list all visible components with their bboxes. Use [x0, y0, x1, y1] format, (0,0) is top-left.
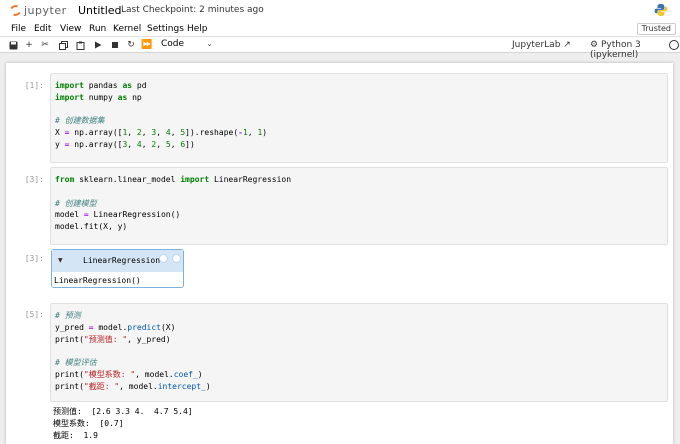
kernel-label: Python 3 (ipykernel)	[590, 40, 641, 60]
output-line: 模型系数: [0.7]	[53, 418, 124, 428]
estimator-widget[interactable]: ▼ LinearRegression LinearRegression()	[51, 249, 184, 288]
cell-prompt: [3]:	[24, 175, 44, 184]
output-line: 预测值: [2.6 3.3 4. 4.7 5.4]	[53, 407, 193, 416]
kernel-name[interactable]: ⚙ Python 3 (ipykernel)	[590, 40, 680, 60]
code-cell[interactable]: from sklearn.linear_model import LinearR…	[50, 167, 668, 245]
menu-help[interactable]: Help	[187, 24, 208, 34]
jupyterlab-link[interactable]: JupyterLab ↗	[512, 40, 571, 50]
python-logo-icon	[654, 4, 668, 16]
checkpoint-status: Last Checkpoint: 2 minutes ago	[121, 5, 264, 15]
code-cell[interactable]: import pandas as pd import numpy as np #…	[50, 73, 668, 163]
menu-edit[interactable]: Edit	[34, 24, 51, 34]
cell-type-value: Code	[161, 39, 185, 49]
cell-prompt: [1]:	[24, 81, 44, 90]
info-icon[interactable]	[159, 254, 168, 263]
top-header: jupyter Untitled Last Checkpoint: 2 minu…	[0, 0, 680, 21]
menu-kernel[interactable]: Kernel	[113, 24, 141, 34]
menu-settings[interactable]: Settings	[147, 24, 184, 34]
cell-prompt: [5]:	[24, 310, 44, 319]
cut-icon[interactable]: ✂	[40, 40, 50, 50]
code-cell[interactable]: # 预测 y_pred = model.predict(X) print("预测…	[50, 303, 668, 402]
cell-type-select[interactable]: Code ⌄	[161, 39, 215, 51]
widget-repr: LinearRegression()	[54, 276, 141, 285]
trusted-badge[interactable]: Trusted	[636, 23, 676, 35]
triangle-down-icon: ▼	[58, 257, 63, 264]
bug-icon: ⚙	[590, 40, 599, 50]
save-icon[interactable]	[8, 40, 18, 50]
restart-icon[interactable]: ↻	[126, 40, 136, 50]
logo-text: jupyter	[24, 4, 67, 17]
jupyter-logo-icon	[8, 3, 23, 18]
paste-icon[interactable]	[75, 40, 85, 50]
output-prompt: [3]:	[24, 254, 44, 263]
add-cell-icon[interactable]: +	[24, 40, 34, 50]
cell-output: 预测值: [2.6 3.3 4. 4.7 5.4] 模型系数: [0.7] 截距: …	[53, 406, 193, 441]
chevron-down-icon: ⌄	[206, 39, 213, 48]
fast-forward-icon[interactable]: ⏩	[141, 40, 152, 50]
menu-bar: File Edit View Run Kernel Settings Help …	[0, 21, 680, 37]
jupyter-logo[interactable]: jupyter	[8, 3, 67, 18]
menu-file[interactable]: File	[11, 24, 26, 34]
stop-icon[interactable]	[110, 40, 120, 50]
jupyterlab-label: JupyterLab	[512, 40, 561, 50]
widget-header[interactable]: ▼ LinearRegression	[52, 250, 183, 272]
widget-title: LinearRegression	[83, 256, 161, 265]
kernel-status-icon	[669, 40, 679, 50]
run-icon[interactable]	[93, 40, 103, 50]
menu-view[interactable]: View	[60, 24, 81, 34]
output-line: 截距: 1.9	[53, 430, 98, 440]
copy-icon[interactable]	[58, 40, 68, 50]
notebook-name[interactable]: Untitled	[78, 4, 122, 17]
notebook-toolbar: + ✂ ↻ ⏩ Code ⌄ JupyterLab ↗ ⚙ Python 3 (…	[0, 37, 680, 60]
external-link-icon: ↗	[563, 40, 571, 50]
menu-run[interactable]: Run	[89, 24, 106, 34]
fitted-status-icon	[172, 254, 181, 263]
